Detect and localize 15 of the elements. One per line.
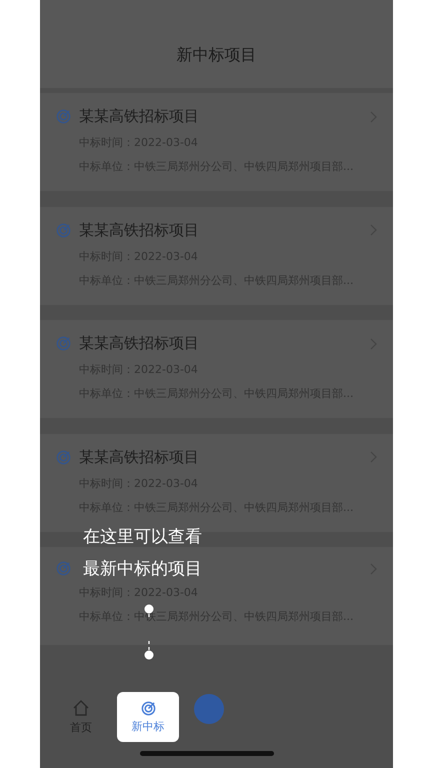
project-title: 某某高铁招标项目 (79, 334, 200, 353)
guide-text: 最新中标的项目 (83, 559, 202, 579)
nav-tab[interactable]: 新中标 (117, 692, 179, 742)
add-button[interactable] (194, 694, 224, 724)
project-title: 某某高铁招标项目 (79, 448, 200, 466)
project-title: 某某高铁招标项目 (79, 220, 200, 240)
target-icon (56, 336, 71, 351)
home-icon (72, 699, 90, 717)
target-icon (140, 700, 156, 716)
target-icon (56, 109, 71, 124)
target-icon (56, 222, 71, 238)
page-title: 新中标项目 (176, 45, 256, 66)
target-icon (56, 561, 71, 576)
target-icon (56, 450, 71, 464)
project-title: 某某高铁招标项目 (79, 107, 200, 126)
